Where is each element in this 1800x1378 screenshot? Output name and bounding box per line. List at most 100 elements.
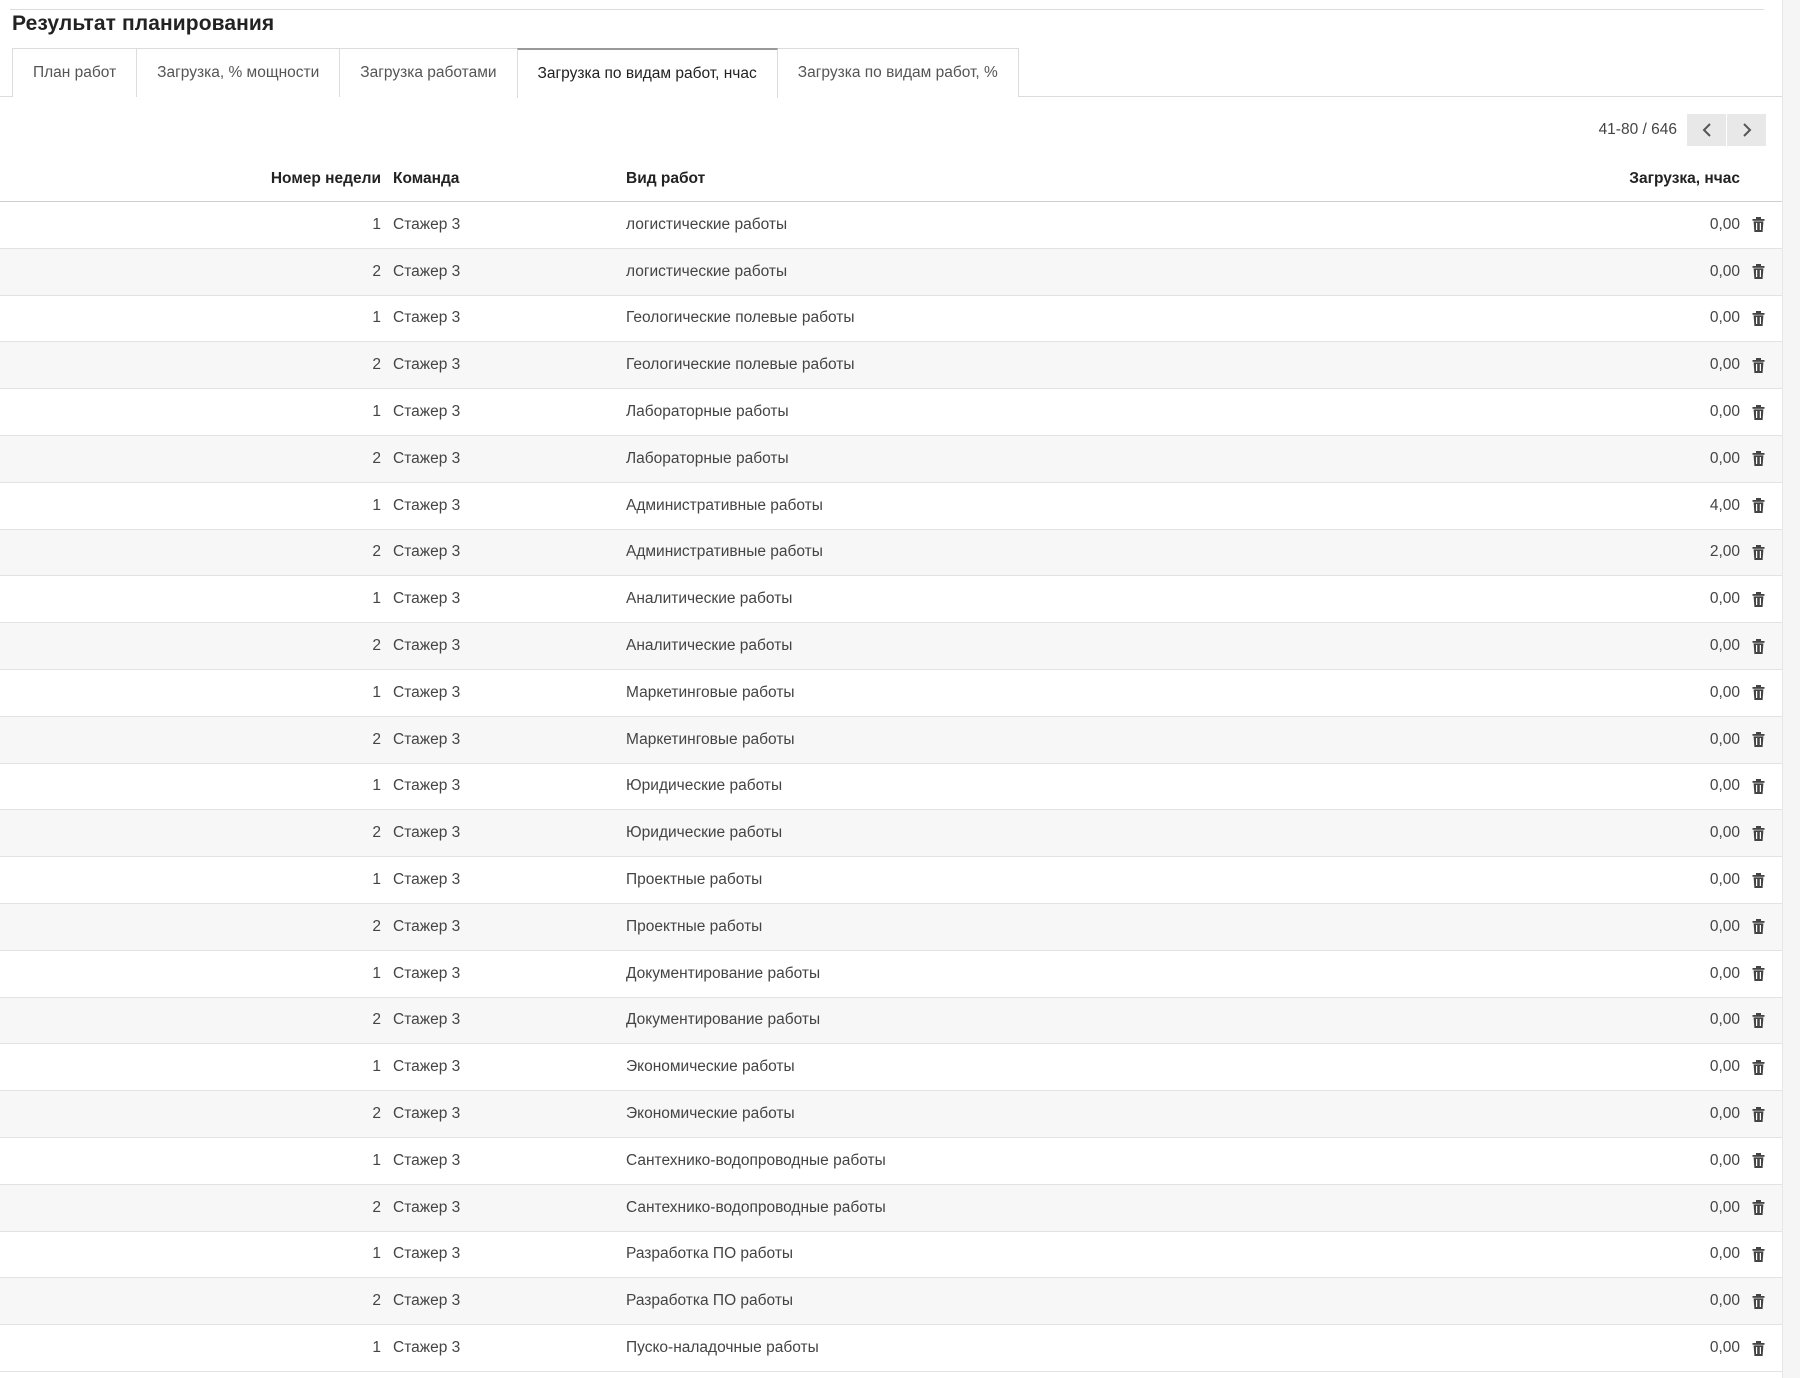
trash-icon[interactable] — [1752, 872, 1765, 888]
row-delete-button[interactable] — [1740, 778, 1782, 794]
trash-icon[interactable] — [1752, 1200, 1765, 1216]
row-delete-button[interactable] — [1740, 872, 1782, 888]
row-delete-button[interactable] — [1740, 1246, 1782, 1262]
row-delete-button[interactable] — [1740, 217, 1782, 233]
row-delete-button[interactable] — [1740, 498, 1782, 514]
table-header-row: Номер недели Команда Вид работ Загрузка,… — [0, 156, 1782, 202]
table-row[interactable]: 2 Стажер 3 Маркетинговые работы 0,00 — [0, 716, 1782, 764]
table-row[interactable]: 1 Стажер 3 Экономические работы 0,00 — [0, 1044, 1782, 1092]
table-row[interactable]: 2 Стажер 3 Разработка ПО работы 0,00 — [0, 1278, 1782, 1326]
row-delete-button[interactable] — [1740, 591, 1782, 607]
trash-icon[interactable] — [1752, 451, 1765, 467]
trash-icon[interactable] — [1752, 1293, 1765, 1309]
tab-2[interactable]: Загрузка работами — [339, 48, 518, 97]
row-delete-button[interactable] — [1740, 310, 1782, 326]
cell-kind: Лабораторные работы — [626, 449, 789, 467]
pager-prev-button[interactable] — [1687, 114, 1726, 146]
table-row[interactable]: 2 Стажер 3 Аналитические работы 0,00 — [0, 623, 1782, 670]
row-delete-button[interactable] — [1740, 1106, 1782, 1122]
table-row[interactable]: 2 Стажер 3 Лабораторные работы 0,00 — [0, 435, 1782, 483]
row-delete-button[interactable] — [1740, 544, 1782, 560]
row-delete-button[interactable] — [1740, 685, 1782, 701]
row-delete-button[interactable] — [1740, 638, 1782, 654]
table-row[interactable]: 2 Стажер 3 Геологические полевые работы 0,0… — [0, 342, 1782, 390]
table-row[interactable]: 1 Стажер 3 Проектные работы 0,00 — [0, 857, 1782, 904]
trash-icon[interactable] — [1752, 1012, 1765, 1028]
cell-load: 0,00 — [1709, 917, 1740, 935]
trash-icon[interactable] — [1752, 1106, 1765, 1122]
row-delete-button[interactable] — [1740, 1059, 1782, 1075]
cell-kind: Сантехнико-водопроводные работы — [626, 1151, 886, 1169]
row-delete-button[interactable] — [1740, 1200, 1782, 1216]
row-delete-button[interactable] — [1740, 1012, 1782, 1028]
trash-icon[interactable] — [1752, 498, 1765, 514]
column-header-load[interactable]: Загрузка, нчас — [1526, 170, 1740, 188]
column-header-week[interactable]: Номер недели — [0, 170, 381, 188]
column-header-team[interactable]: Команда — [381, 170, 626, 188]
table-row[interactable]: 1 Стажер 3 Сантехнико-водопроводные работы… — [0, 1138, 1782, 1185]
trash-icon[interactable] — [1752, 1246, 1765, 1262]
trash-icon[interactable] — [1752, 264, 1765, 280]
table-row[interactable]: 2 Стажер 3 Документирование работы 0,00 — [0, 997, 1782, 1045]
table-row[interactable]: 2 Стажер 3 Административные работы 2,00 — [0, 529, 1782, 577]
trash-icon[interactable] — [1752, 966, 1765, 982]
trash-icon[interactable] — [1752, 217, 1765, 233]
row-delete-button[interactable] — [1740, 966, 1782, 982]
row-delete-button[interactable] — [1740, 404, 1782, 420]
trash-icon[interactable] — [1752, 732, 1765, 748]
table-row[interactable]: 1 Стажер 3 Разработка ПО работы 0,00 — [0, 1232, 1782, 1279]
trash-icon[interactable] — [1752, 310, 1765, 326]
tab-3[interactable]: Загрузка по видам работ, нчас — [516, 48, 778, 98]
trash-icon[interactable] — [1752, 591, 1765, 607]
trash-icon[interactable] — [1752, 357, 1765, 373]
trash-icon[interactable] — [1752, 1340, 1765, 1356]
table-row[interactable]: 2 Стажер 3 Экономические работы 0,00 — [0, 1091, 1782, 1138]
tab-1[interactable]: Загрузка, % мощности — [136, 48, 341, 97]
trash-icon[interactable] — [1752, 1059, 1765, 1075]
trash-icon[interactable] — [1752, 1153, 1765, 1169]
table-row[interactable]: 2 Стажер 3 Проектные работы 0,00 — [0, 903, 1782, 951]
table-row[interactable]: 1 Стажер 3 Лабораторные работы 0,00 — [0, 389, 1782, 436]
trash-icon[interactable] — [1752, 825, 1765, 841]
row-delete-button[interactable] — [1740, 1340, 1782, 1356]
row-delete-button[interactable] — [1740, 264, 1782, 280]
table-row[interactable]: 1 Стажер 3 логистические работы 0,00 — [0, 202, 1782, 249]
table-row[interactable]: 2 Стажер 3 Юридические работы 0,00 — [0, 810, 1782, 858]
row-delete-button[interactable] — [1740, 357, 1782, 373]
trash-icon[interactable] — [1752, 544, 1765, 560]
row-delete-button[interactable] — [1740, 825, 1782, 841]
table-row[interactable]: 2 Стажер 3 Сантехнико-водопроводные работы… — [0, 1184, 1782, 1232]
trash-icon[interactable] — [1752, 638, 1765, 654]
row-delete-button[interactable] — [1740, 1153, 1782, 1169]
cell-week: 2 — [372, 824, 381, 842]
cell-kind: Разработка ПО работы — [626, 1292, 794, 1310]
table-row[interactable]: 1 Стажер 3 Геологические полевые работы 0,0… — [0, 296, 1782, 343]
cell-load: 0,00 — [1709, 449, 1740, 467]
cell-load: 0,00 — [1709, 403, 1740, 421]
table-row[interactable]: 1 Стажер 3 Административные работы 4,00 — [0, 483, 1782, 530]
scrollbar-track[interactable] — [1782, 0, 1800, 1378]
table-row[interactable]: 1 Стажер 3 Юридические работы 0,00 — [0, 764, 1782, 811]
row-delete-button[interactable] — [1740, 1293, 1782, 1309]
table-row[interactable]: 1 Стажер 3 Аналитические работы 0,00 — [0, 576, 1782, 624]
trash-icon[interactable] — [1752, 685, 1765, 701]
row-delete-button[interactable] — [1740, 732, 1782, 748]
column-header-kind[interactable]: Вид работ — [626, 170, 1526, 188]
tab-0[interactable]: План работ — [12, 48, 138, 97]
trash-icon[interactable] — [1752, 778, 1765, 794]
pager-next-button[interactable] — [1727, 114, 1766, 146]
row-delete-button[interactable] — [1740, 451, 1782, 467]
row-delete-button[interactable] — [1740, 919, 1782, 935]
cell-week: 1 — [372, 215, 381, 233]
trash-icon[interactable] — [1752, 919, 1765, 935]
table-row[interactable]: 1 Стажер 3 Документирование работы 0,00 — [0, 951, 1782, 998]
cell-load: 0,00 — [1709, 1105, 1740, 1123]
cell-load: 0,00 — [1709, 871, 1740, 889]
tab-4[interactable]: Загрузка по видам работ, % — [776, 48, 1019, 97]
cell-kind: Аналитические работы — [626, 637, 793, 655]
trash-icon[interactable] — [1752, 404, 1765, 420]
table-row[interactable]: 2 Стажер 3 логистические работы 0,00 — [0, 248, 1782, 296]
table-row[interactable]: 1 Стажер 3 Пуско-наладочные работы 0,00 — [0, 1325, 1782, 1372]
table-row[interactable]: 1 Стажер 3 Маркетинговые работы 0,00 — [0, 670, 1782, 717]
cell-week: 2 — [372, 1105, 381, 1123]
